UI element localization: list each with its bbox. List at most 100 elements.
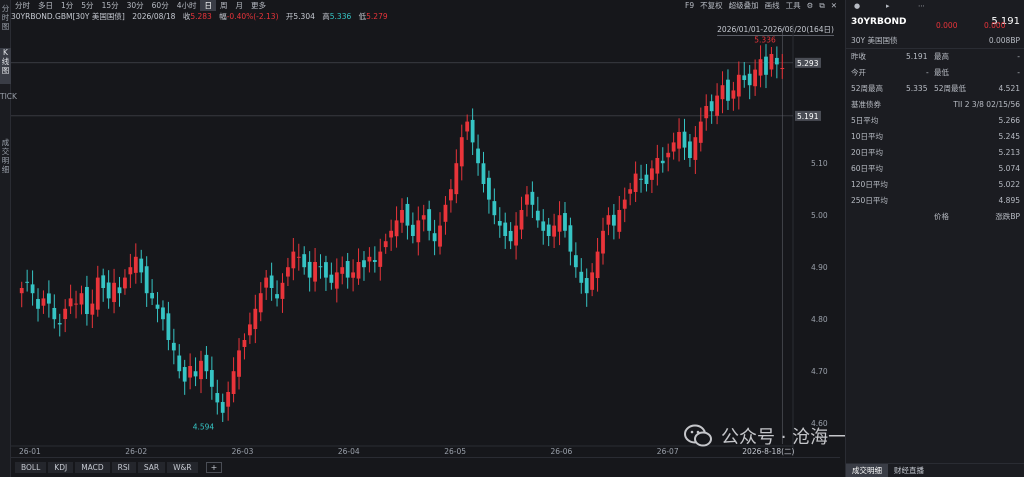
candle-body [128, 267, 133, 275]
high-annotation: 5.336 [754, 35, 776, 44]
candle-body [63, 308, 68, 320]
candle-body [112, 282, 116, 303]
low-value: 5.279 [366, 12, 388, 21]
candle-body [514, 225, 518, 246]
candle-body [199, 360, 203, 380]
add-indicator-button[interactable]: + [205, 462, 223, 473]
candle-body [247, 324, 252, 336]
average-value: 5.213 [998, 148, 1020, 157]
candle-body [139, 258, 144, 273]
view-tab-trade-detail[interactable]: 成交明细 [0, 138, 11, 182]
period-more[interactable]: 更多 [247, 0, 270, 11]
tab-trade-detail[interactable]: 成交明细 [846, 464, 888, 477]
candle-body [133, 256, 138, 273]
indicator-boll[interactable]: BOLL [15, 462, 47, 473]
f9-button[interactable]: F9 [682, 1, 697, 10]
tools-button[interactable]: 工具 [783, 0, 804, 11]
period-month[interactable]: 月 [231, 0, 247, 11]
candle-body [552, 225, 557, 237]
indicator-rsi[interactable]: RSI [111, 462, 136, 473]
y-tick-label: 5.10 [811, 159, 828, 168]
candle-body [622, 199, 627, 209]
kline-chart[interactable]: 5.105.004.904.804.704.60 26-01 26-02 26-03… [11, 24, 840, 456]
candle-body [177, 355, 182, 372]
undock-icon[interactable]: ⧉ [816, 1, 827, 11]
candle-body [639, 178, 643, 180]
candle-body [318, 266, 323, 268]
pin-icon[interactable]: ● [854, 0, 860, 12]
candle-body [123, 277, 127, 289]
symbol-name: 30YRBOND.GBM[30Y 美国国债] [11, 12, 125, 21]
draw-line-button[interactable]: 画线 [762, 0, 783, 11]
candle-body [742, 75, 747, 80]
candle-body [57, 323, 62, 325]
candle-body [362, 260, 366, 268]
candle-body [535, 210, 540, 221]
y-tick-label: 4.90 [811, 263, 828, 272]
candle-body [383, 241, 388, 248]
view-tab-timeshare[interactable]: 分时图 [0, 4, 11, 40]
left-view-bar: 分时图 K线图 TICK 成交明细 [0, 0, 17, 477]
stat-value: 5.191 [906, 52, 928, 61]
period-day[interactable]: 日 [200, 0, 216, 11]
period-5min[interactable]: 5分 [77, 0, 97, 11]
candle-body [356, 262, 361, 279]
high-value: 5.336 [329, 12, 352, 21]
period-multiday[interactable]: 多日 [34, 0, 57, 11]
quote-info-line: 30YRBOND.GBM[30Y 美国国债] 2026/08/18 收5.283… [11, 11, 393, 22]
overlay-button[interactable]: 超级叠加 [726, 0, 762, 11]
candle-body [633, 173, 638, 192]
trade-table-header: 价格 涨跌BP [846, 210, 1024, 224]
high-label: 高 [322, 12, 330, 21]
indicator-macd[interactable]: MACD [75, 462, 110, 473]
indicator-sar[interactable]: SAR [137, 462, 166, 473]
indicator-kdj[interactable]: KDJ [48, 462, 74, 473]
period-30min[interactable]: 30分 [123, 0, 148, 11]
period-4hour[interactable]: 4小时 [173, 0, 201, 11]
indicator-wr[interactable]: W&R [167, 462, 198, 473]
close-icon[interactable]: ✕ [828, 1, 840, 10]
more-icon[interactable]: ⋯ [918, 0, 925, 12]
candle-body [171, 342, 176, 351]
period-timeshare[interactable]: 分时 [11, 0, 34, 11]
candle-body [340, 267, 345, 274]
candle-body [677, 132, 681, 149]
period-1min[interactable]: 1分 [57, 0, 77, 11]
settings-icon[interactable]: ⚙ [804, 1, 817, 10]
average-value: 5.266 [998, 116, 1020, 125]
change-label: 幅 [219, 12, 227, 21]
candle-body [601, 230, 605, 254]
candle-body [324, 262, 328, 278]
candle-body [237, 350, 241, 377]
candle-body [30, 284, 35, 294]
x-axis: 26-01 26-02 26-03 26-04 26-05 26-06 26-07 2026-… [19, 447, 795, 456]
candle-body [568, 225, 573, 252]
candle-body [465, 121, 470, 132]
candle-body [182, 367, 187, 382]
average-row: 120日平均 5.022 [846, 178, 1024, 192]
low-annotation: 4.594 [193, 422, 215, 431]
candle-body [753, 69, 758, 87]
candle-body [704, 106, 709, 119]
view-tab-kline[interactable]: K线图 [0, 48, 11, 84]
panel-bp: 0.008BP [988, 36, 1020, 45]
tab-live-news[interactable]: 财经直播 [888, 464, 930, 477]
candle-body [530, 191, 535, 205]
y-tick-label: 4.80 [811, 315, 828, 324]
candle-body [693, 137, 698, 160]
candle-body [226, 392, 231, 407]
candle-body [291, 251, 296, 269]
candle-body [204, 354, 209, 372]
no-adjust-button[interactable]: 不复权 [697, 0, 726, 11]
candle-body [666, 152, 671, 158]
candle-body [698, 121, 703, 143]
candle-body [410, 224, 415, 236]
candles [19, 44, 785, 422]
period-60min[interactable]: 60分 [148, 0, 173, 11]
expand-icon[interactable]: ▸ [886, 0, 890, 12]
candle-body [649, 168, 654, 180]
period-week[interactable]: 周 [216, 0, 232, 11]
view-tab-tick[interactable]: TICK [0, 92, 17, 132]
period-15min[interactable]: 15分 [98, 0, 123, 11]
average-label: 20日平均 [851, 148, 884, 157]
